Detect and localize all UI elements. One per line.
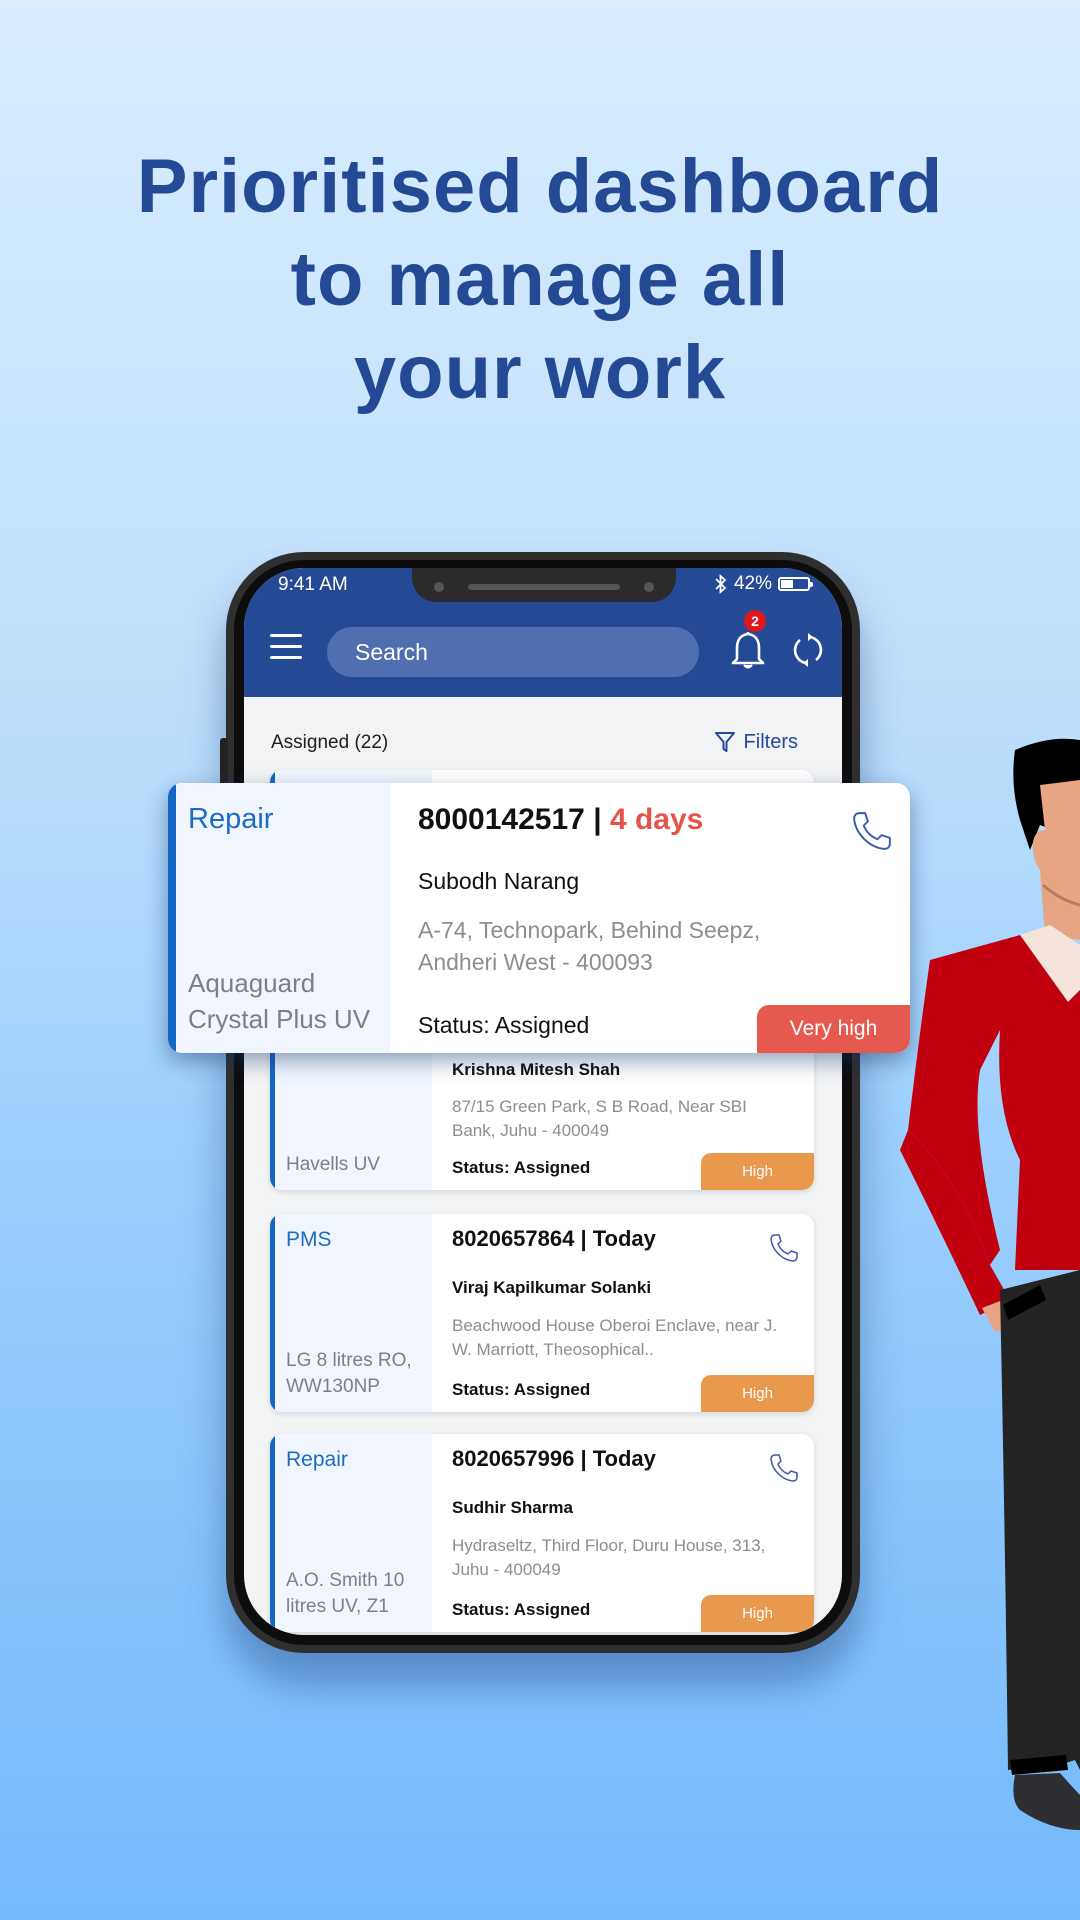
bell-icon[interactable] xyxy=(728,628,768,672)
search-input[interactable]: Search xyxy=(327,627,699,677)
status-time: 9:41 AM xyxy=(278,574,348,595)
call-icon[interactable] xyxy=(768,1452,800,1484)
job-card-left-panel: PMS LG 8 litres RO, WW130NP xyxy=(270,1214,432,1412)
job-card-left-panel: Repair Aquaguard Crystal Plus UV xyxy=(168,783,390,1053)
refresh-icon[interactable] xyxy=(788,630,828,670)
job-product: Aquaguard Crystal Plus UV xyxy=(188,968,371,1034)
battery-fill xyxy=(781,580,793,588)
job-product: Havells UV xyxy=(286,1154,380,1175)
priority-badge: High xyxy=(701,1153,814,1190)
job-card-left-panel: Repair A.O. Smith 10 litres UV, Z1 xyxy=(270,1434,432,1632)
status-indicators: 42% xyxy=(714,573,813,595)
phone-notch xyxy=(412,568,676,602)
job-age: 4 days xyxy=(609,803,704,836)
phone-screen: 9:41 AM 42% Search 2 Assigned (22) Filte… xyxy=(244,568,842,1635)
job-customer-name: Krishna Mitesh Shah xyxy=(452,1060,621,1079)
job-status: Status: Assigned xyxy=(452,1600,591,1619)
assigned-count-label: Assigned (22) xyxy=(271,732,389,753)
job-card-details: 8020657864 | Today Viraj Kapilkumar Sola… xyxy=(432,1214,814,1412)
priority-badge: High xyxy=(701,1375,814,1412)
job-type: PMS xyxy=(286,1228,332,1251)
man-illustration xyxy=(900,738,1080,1830)
priority-badge: High xyxy=(701,1595,814,1632)
job-customer-name: Sudhir Sharma xyxy=(452,1498,573,1517)
job-customer-name: Subodh Narang xyxy=(418,868,580,894)
job-status: Status: Assigned xyxy=(452,1158,591,1177)
job-id-and-age: 8000142517 | 4 days xyxy=(418,803,703,837)
notch-speaker xyxy=(468,584,620,590)
job-id-and-age: 8020657864 | Today xyxy=(452,1226,656,1251)
headline-line-2: to manage all xyxy=(290,237,790,322)
job-id-and-age: 8020657996 | Today xyxy=(452,1446,656,1471)
job-type: Repair xyxy=(286,1448,348,1471)
job-status: Status: Assigned xyxy=(452,1380,591,1399)
job-separator: | xyxy=(584,803,610,836)
headline-line-1: Prioritised dashboard xyxy=(136,144,944,229)
job-id: 8000142517 xyxy=(418,803,585,836)
priority-badge: Very high xyxy=(757,1005,910,1053)
notch-sensor xyxy=(434,582,444,592)
notification-badge: 2 xyxy=(744,610,766,632)
job-address: 87/15 Green Park, S B Road, Near SBI Ban… xyxy=(452,1097,747,1140)
battery-icon xyxy=(778,577,813,591)
job-product: A.O. Smith 10 litres UV, Z1 xyxy=(286,1570,405,1617)
filter-icon xyxy=(714,732,735,752)
call-icon[interactable] xyxy=(850,809,894,853)
notch-camera xyxy=(644,582,654,592)
job-address: Hydraseltz, Third Floor, Duru House, 313… xyxy=(452,1536,766,1579)
job-card[interactable]: PMS LG 8 litres RO, WW130NP 8020657864 |… xyxy=(270,1214,814,1412)
filters-button[interactable]: Filters xyxy=(714,730,798,754)
bluetooth-icon xyxy=(715,574,727,594)
headline-line-3: your work xyxy=(353,330,727,415)
app-header: 9:41 AM 42% Search 2 xyxy=(244,568,842,697)
phone-mockup: 9:41 AM 42% Search 2 Assigned (22) Filte… xyxy=(220,552,860,1653)
filters-label: Filters xyxy=(743,730,798,753)
job-customer-name: Viraj Kapilkumar Solanki xyxy=(452,1278,652,1297)
headline: Prioritised dashboard to manage all your… xyxy=(0,140,1080,419)
job-address: A-74, Technopark, Behind Seepz, Andheri … xyxy=(418,917,761,975)
job-status: Status: Assigned xyxy=(418,1012,590,1038)
job-product: LG 8 litres RO, WW130NP xyxy=(286,1350,412,1397)
job-address: Beachwood House Oberoi Enclave, near J. … xyxy=(452,1316,778,1359)
battery-percent: 42% xyxy=(733,573,772,594)
highlighted-job-card[interactable]: Repair Aquaguard Crystal Plus UV 8000142… xyxy=(168,783,910,1053)
hamburger-menu-icon[interactable] xyxy=(270,634,304,660)
job-type: Repair xyxy=(188,803,274,835)
job-card[interactable]: Repair A.O. Smith 10 litres UV, Z1 80206… xyxy=(270,1434,814,1632)
call-icon[interactable] xyxy=(768,1232,800,1264)
job-card-details: 8020657996 | Today Sudhir Sharma Hydrase… xyxy=(432,1434,814,1632)
